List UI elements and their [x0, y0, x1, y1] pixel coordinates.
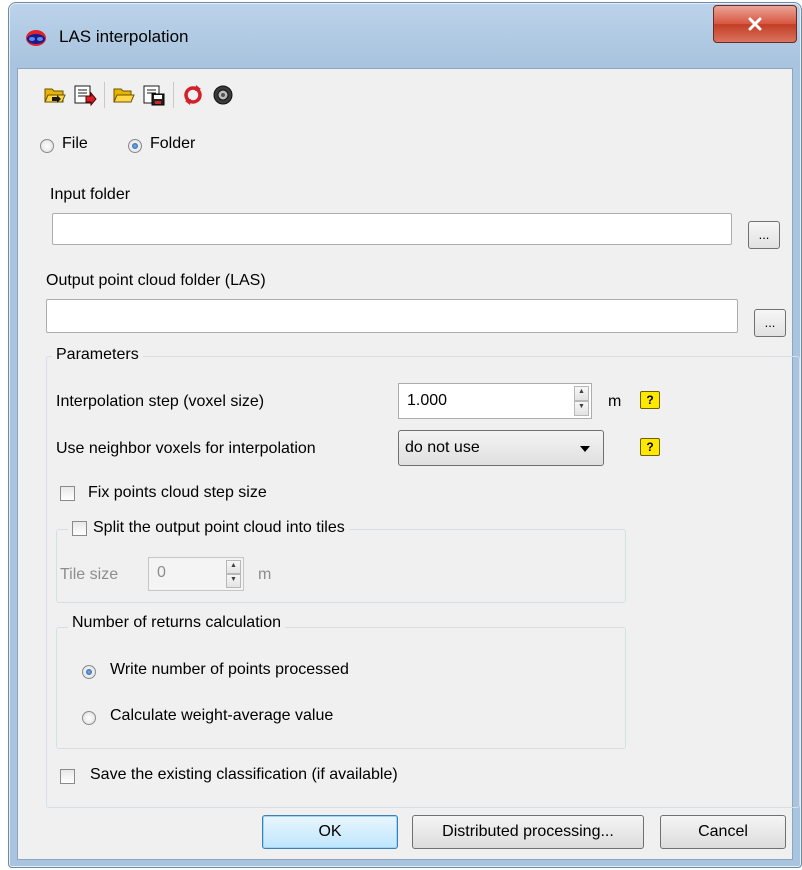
chevron-down-icon: [580, 446, 590, 452]
refresh-icon: [184, 85, 202, 105]
neighbor-voxels-label: Use neighbor voxels for interpolation: [56, 440, 316, 457]
tile-size-label: Tile size: [60, 566, 119, 583]
dialog-body: File Folder Input folder ... Output poin…: [17, 68, 800, 860]
toolbar-separator: [173, 82, 174, 108]
save-classification-checkbox[interactable]: [60, 769, 75, 784]
spin-up-icon[interactable]: ▲: [574, 386, 589, 401]
spin-up-icon[interactable]: ▲: [226, 560, 241, 574]
settings-wheel-button[interactable]: [208, 80, 238, 110]
cancel-button[interactable]: Cancel: [660, 815, 786, 849]
interpolation-step-value: 1.000: [407, 392, 448, 409]
write-points-label: Write number of points processed: [110, 661, 349, 678]
output-browse-button[interactable]: ...: [754, 309, 786, 337]
output-folder-field[interactable]: [46, 299, 738, 333]
folder-radio[interactable]: [128, 139, 142, 153]
output-folder-label: Output point cloud folder (LAS): [46, 272, 266, 289]
load-settings-button[interactable]: [40, 80, 70, 110]
neighbor-voxels-value: do not use: [405, 439, 480, 456]
open-folder-button[interactable]: [109, 80, 139, 110]
toolbar: [40, 80, 238, 110]
spin-arrows: ▲ ▼: [226, 560, 241, 588]
save-classification-label: Save the existing classification (if ava…: [90, 766, 398, 783]
interpolation-step-unit: m: [608, 393, 622, 410]
split-tiles-label: Split the output point cloud into tiles: [93, 519, 345, 536]
tiles-group-header: Split the output point cloud into tiles: [68, 519, 349, 537]
spin-arrows: ▲ ▼: [574, 386, 589, 416]
tile-size-value: 0: [157, 564, 166, 581]
file-radio-label: File: [62, 135, 88, 152]
tile-size-spinbox[interactable]: 0 ▲ ▼: [148, 557, 244, 591]
tile-size-unit: m: [258, 566, 272, 583]
toolbar-separator: [104, 82, 105, 108]
spin-down-icon[interactable]: ▼: [574, 401, 589, 416]
help-icon[interactable]: ?: [640, 438, 660, 456]
interpolation-step-spinbox[interactable]: 1.000 ▲ ▼: [398, 383, 592, 419]
weight-average-radio[interactable]: [82, 711, 96, 725]
ok-button[interactable]: OK: [262, 815, 398, 849]
neighbor-voxels-dropdown[interactable]: do not use: [398, 430, 604, 466]
weight-average-label: Calculate weight-average value: [110, 707, 334, 724]
spin-down-icon[interactable]: ▼: [226, 574, 241, 588]
split-tiles-checkbox[interactable]: [72, 520, 87, 536]
title-bar[interactable]: LAS interpolation: [9, 3, 801, 67]
input-folder-label: Input folder: [50, 186, 131, 203]
settings-wheel-icon: [213, 85, 233, 105]
parameters-group-title: Parameters: [52, 346, 143, 364]
interpolation-step-label: Interpolation step (voxel size): [56, 393, 265, 410]
input-folder-field[interactable]: [52, 213, 732, 245]
dialog-window: LAS interpolation File Folder Input fold…: [8, 2, 802, 868]
save-icon: [143, 85, 165, 106]
save-settings-button[interactable]: [70, 80, 100, 110]
save-button[interactable]: [139, 80, 169, 110]
refresh-button[interactable]: [178, 80, 208, 110]
close-button[interactable]: [713, 5, 797, 43]
open-folder-icon: [113, 88, 135, 103]
save-settings-icon: [74, 85, 97, 106]
window-title: LAS interpolation: [59, 27, 189, 46]
fix-step-label: Fix points cloud step size: [88, 484, 267, 501]
tiles-group: [56, 529, 626, 603]
returns-group: [56, 627, 626, 749]
write-points-radio[interactable]: [82, 665, 96, 679]
file-radio[interactable]: [40, 139, 54, 153]
load-settings-icon: [44, 88, 66, 103]
fix-step-checkbox[interactable]: [60, 486, 75, 501]
close-icon: [748, 17, 762, 31]
returns-group-title: Number of returns calculation: [68, 614, 285, 632]
distributed-processing-button[interactable]: Distributed processing...: [412, 815, 644, 849]
help-icon[interactable]: ?: [640, 391, 660, 409]
input-browse-button[interactable]: ...: [748, 221, 780, 249]
folder-radio-label: Folder: [150, 135, 196, 152]
app-icon: [26, 30, 46, 46]
